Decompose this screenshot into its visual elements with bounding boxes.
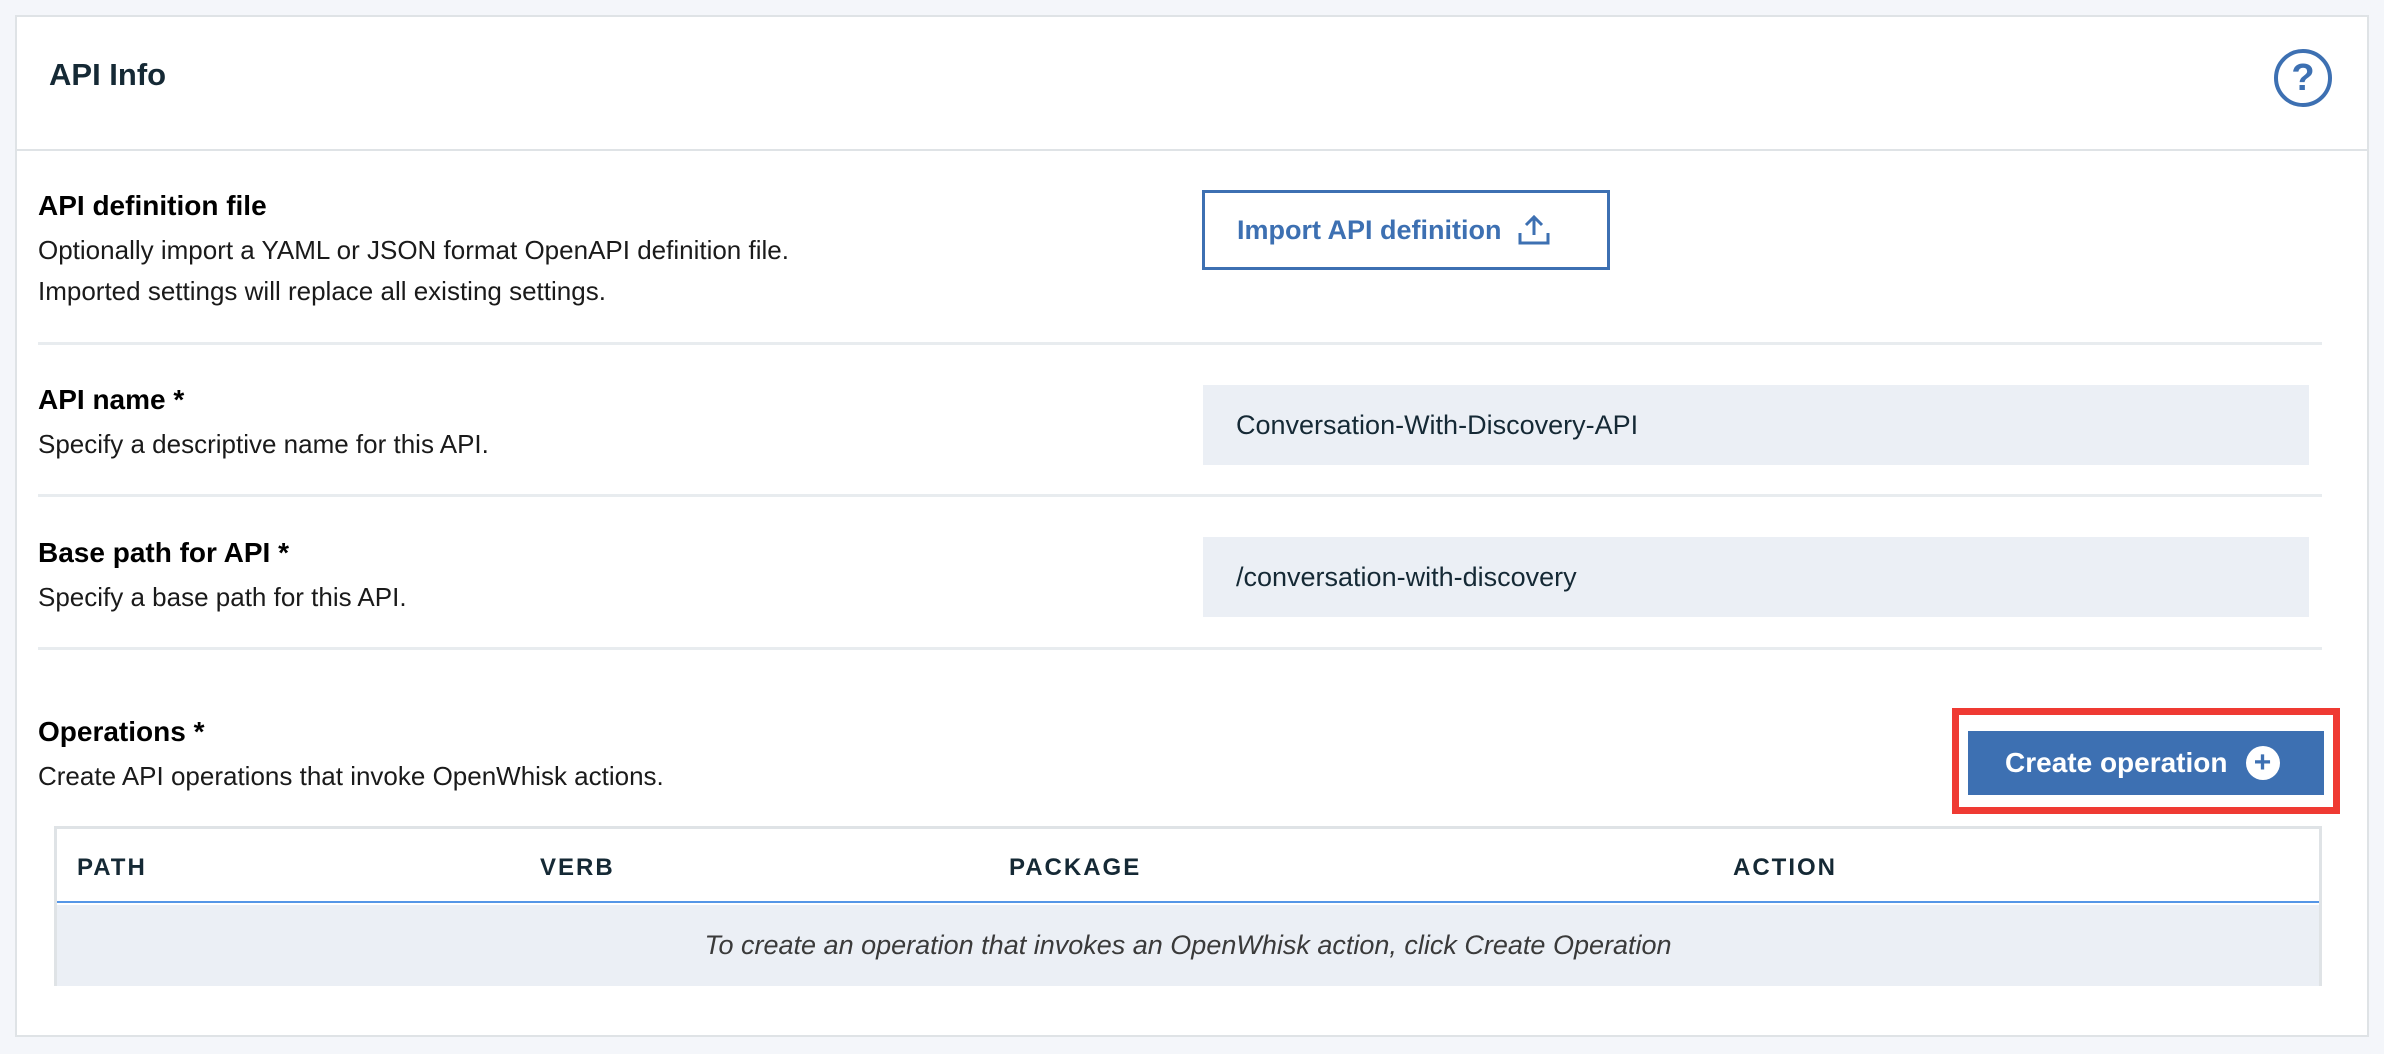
api-name-field[interactable]: [1203, 385, 2309, 465]
row-divider: [38, 494, 2322, 497]
empty-table-message: To create an operation that invokes an O…: [57, 905, 2319, 986]
definition-file-desc-line2: Imported settings will replace all exist…: [38, 276, 606, 306]
column-header-package[interactable]: PACKAGE: [1009, 854, 1141, 882]
panel-header: API Info ?: [17, 17, 2367, 151]
plus-circle-icon: +: [2245, 746, 2280, 780]
create-operation-button[interactable]: Create operation +: [1968, 731, 2324, 795]
operations-desc: Create API operations that invoke OpenWh…: [38, 761, 664, 791]
operations-label: Operations *: [38, 716, 205, 747]
row-divider: [38, 647, 2322, 650]
base-path-desc: Specify a base path for this API.: [38, 582, 407, 612]
import-api-definition-button[interactable]: Import API definition: [1202, 190, 1610, 270]
row-divider: [38, 342, 2322, 345]
upload-icon: [1518, 214, 1550, 245]
panel-title: API Info: [49, 57, 167, 92]
definition-file-desc-line1: Optionally import a YAML or JSON format …: [38, 235, 789, 265]
create-operation-label: Create operation: [2005, 747, 2228, 778]
table-header: PATH VERB PACKAGE ACTION: [57, 829, 2319, 903]
operations-table: PATH VERB PACKAGE ACTION To create an op…: [54, 826, 2322, 986]
import-button-label: Import API definition: [1237, 214, 1502, 245]
column-header-action[interactable]: ACTION: [1733, 854, 1837, 882]
base-path-field[interactable]: [1203, 537, 2309, 617]
help-icon[interactable]: ?: [2274, 49, 2332, 107]
column-header-path[interactable]: PATH: [77, 854, 147, 882]
definition-file-label: API definition file: [38, 190, 267, 221]
base-path-label: Base path for API *: [38, 537, 290, 568]
api-name-label: API name *: [38, 384, 185, 415]
column-header-verb[interactable]: VERB: [540, 854, 615, 882]
api-name-desc: Specify a descriptive name for this API.: [38, 429, 489, 459]
